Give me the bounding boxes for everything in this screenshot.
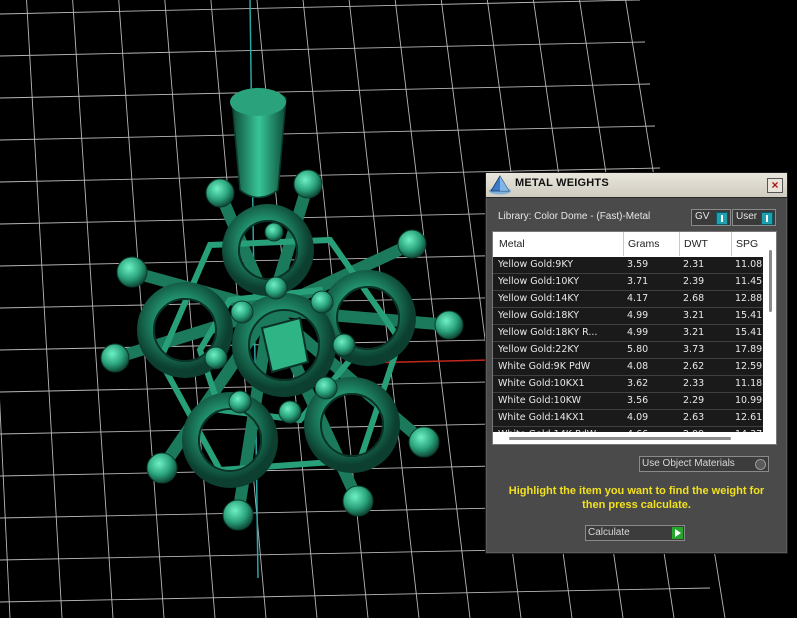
cell-metal: White Gold:10KX1 bbox=[498, 378, 585, 389]
cell-grams: 3.62 bbox=[627, 378, 649, 389]
cell-metal: Yellow Gold:18KY R... bbox=[498, 327, 598, 338]
cell-dwt: 2.68 bbox=[683, 293, 705, 304]
cell-metal: Yellow Gold:22KY bbox=[498, 344, 580, 355]
pyramid-icon bbox=[489, 175, 511, 195]
table-row[interactable]: White Gold:14KX1 4.09 2.63 12.61 bbox=[493, 410, 763, 427]
vertical-scroll-thumb[interactable] bbox=[769, 250, 772, 312]
toggle-switch-icon bbox=[716, 212, 728, 225]
cell-spg: 11.18 bbox=[735, 378, 763, 389]
play-arrow-icon bbox=[672, 527, 683, 539]
column-separator[interactable] bbox=[731, 232, 732, 256]
cell-dwt: 2.63 bbox=[683, 412, 705, 423]
cell-dwt: 3.73 bbox=[683, 344, 705, 355]
cell-grams: 4.17 bbox=[627, 293, 649, 304]
cell-spg: 11.45 bbox=[735, 276, 763, 287]
col-header-metal[interactable]: Metal bbox=[499, 238, 525, 250]
vertical-scrollbar[interactable] bbox=[765, 232, 776, 444]
cell-dwt: 2.33 bbox=[683, 378, 705, 389]
window-title: METAL WEIGHTS bbox=[515, 177, 609, 189]
cell-metal: Yellow Gold:10KY bbox=[498, 276, 580, 287]
col-header-grams[interactable]: Grams bbox=[628, 238, 660, 250]
table-row[interactable]: Yellow Gold:9KY 3.59 2.31 11.08 bbox=[493, 257, 763, 274]
cell-spg: 15.41 bbox=[735, 327, 763, 338]
cell-grams: 3.59 bbox=[627, 259, 649, 270]
cell-spg: 12.88 bbox=[735, 293, 763, 304]
table-row[interactable]: White Gold:10KW 3.56 2.29 10.99 bbox=[493, 393, 763, 410]
cell-metal: White Gold:14KX1 bbox=[498, 412, 585, 423]
metal-weights-panel: METAL WEIGHTS × Library: Color Dome - (F… bbox=[485, 172, 788, 554]
cell-metal: White Gold:9K PdW bbox=[498, 361, 591, 372]
cell-metal: Yellow Gold:14KY bbox=[498, 293, 580, 304]
pendant-model[interactable] bbox=[100, 87, 464, 531]
horizontal-scroll-thumb[interactable] bbox=[509, 437, 731, 440]
table-row[interactable]: Yellow Gold:18KY 4.99 3.21 15.41 bbox=[493, 308, 763, 325]
col-header-dwt[interactable]: DWT bbox=[684, 238, 708, 250]
use-object-materials-option[interactable]: Use Object Materials bbox=[639, 456, 769, 472]
cell-spg: 12.59 bbox=[735, 361, 763, 372]
cell-grams: 4.99 bbox=[627, 310, 649, 321]
cell-metal: Yellow Gold:9KY bbox=[498, 259, 574, 270]
library-label: Library: Color Dome - (Fast)-Metal bbox=[498, 211, 651, 222]
cell-dwt: 2.29 bbox=[683, 395, 705, 406]
cell-grams: 3.56 bbox=[627, 395, 649, 406]
cell-grams: 5.80 bbox=[627, 344, 649, 355]
user-toggle-label: User bbox=[736, 211, 758, 222]
gv-toggle[interactable]: GV bbox=[691, 209, 731, 226]
cell-spg: 17.89 bbox=[735, 344, 763, 355]
close-button[interactable]: × bbox=[767, 178, 783, 193]
cell-grams: 4.99 bbox=[627, 327, 649, 338]
table-header: Metal Grams DWT SPG bbox=[493, 232, 763, 256]
table-row[interactable]: Yellow Gold:18KY R... 4.99 3.21 15.41 bbox=[493, 325, 763, 342]
metal-table[interactable]: Metal Grams DWT SPG Yellow Gold:9KY 3.59 2… bbox=[492, 231, 777, 445]
cell-grams: 3.71 bbox=[627, 276, 649, 287]
column-separator[interactable] bbox=[623, 232, 624, 256]
cell-spg: 10.99 bbox=[735, 395, 763, 406]
radio-dot-icon bbox=[755, 459, 766, 470]
horizontal-scrollbar[interactable] bbox=[493, 432, 765, 444]
table-row[interactable]: White Gold:9K PdW 4.08 2.62 12.59 bbox=[493, 359, 763, 376]
gv-toggle-label: GV bbox=[695, 211, 710, 222]
cell-dwt: 2.62 bbox=[683, 361, 705, 372]
cell-dwt: 2.39 bbox=[683, 276, 705, 287]
cell-spg: 11.08 bbox=[735, 259, 763, 270]
table-row[interactable]: Yellow Gold:10KY 3.71 2.39 11.45 bbox=[493, 274, 763, 291]
cell-spg: 12.61 bbox=[735, 412, 763, 423]
cell-spg: 15.41 bbox=[735, 310, 763, 321]
cell-dwt: 3.21 bbox=[683, 327, 705, 338]
title-bar[interactable]: METAL WEIGHTS × bbox=[486, 173, 787, 198]
table-body: Yellow Gold:9KY 3.59 2.31 11.08 Yellow Gold… bbox=[493, 257, 763, 444]
calculate-label: Calculate bbox=[588, 527, 630, 538]
col-header-spg[interactable]: SPG bbox=[736, 238, 758, 250]
table-row[interactable]: Yellow Gold:22KY 5.80 3.73 17.89 bbox=[493, 342, 763, 359]
close-icon: × bbox=[771, 178, 779, 192]
cell-grams: 4.09 bbox=[627, 412, 649, 423]
table-row[interactable]: Yellow Gold:14KY 4.17 2.68 12.88 bbox=[493, 291, 763, 308]
cell-dwt: 2.31 bbox=[683, 259, 705, 270]
table-row[interactable]: White Gold:10KX1 3.62 2.33 11.18 bbox=[493, 376, 763, 393]
instruction-text: Highlight the item you want to find the … bbox=[508, 485, 765, 511]
cell-dwt: 3.21 bbox=[683, 310, 705, 321]
cell-metal: White Gold:10KW bbox=[498, 395, 582, 406]
toggle-switch-icon bbox=[761, 212, 773, 225]
user-toggle[interactable]: User bbox=[732, 209, 776, 226]
calculate-button[interactable]: Calculate bbox=[585, 525, 685, 541]
column-separator[interactable] bbox=[679, 232, 680, 256]
use-object-materials-label: Use Object Materials bbox=[642, 458, 735, 469]
cell-grams: 4.08 bbox=[627, 361, 649, 372]
cell-metal: Yellow Gold:18KY bbox=[498, 310, 580, 321]
